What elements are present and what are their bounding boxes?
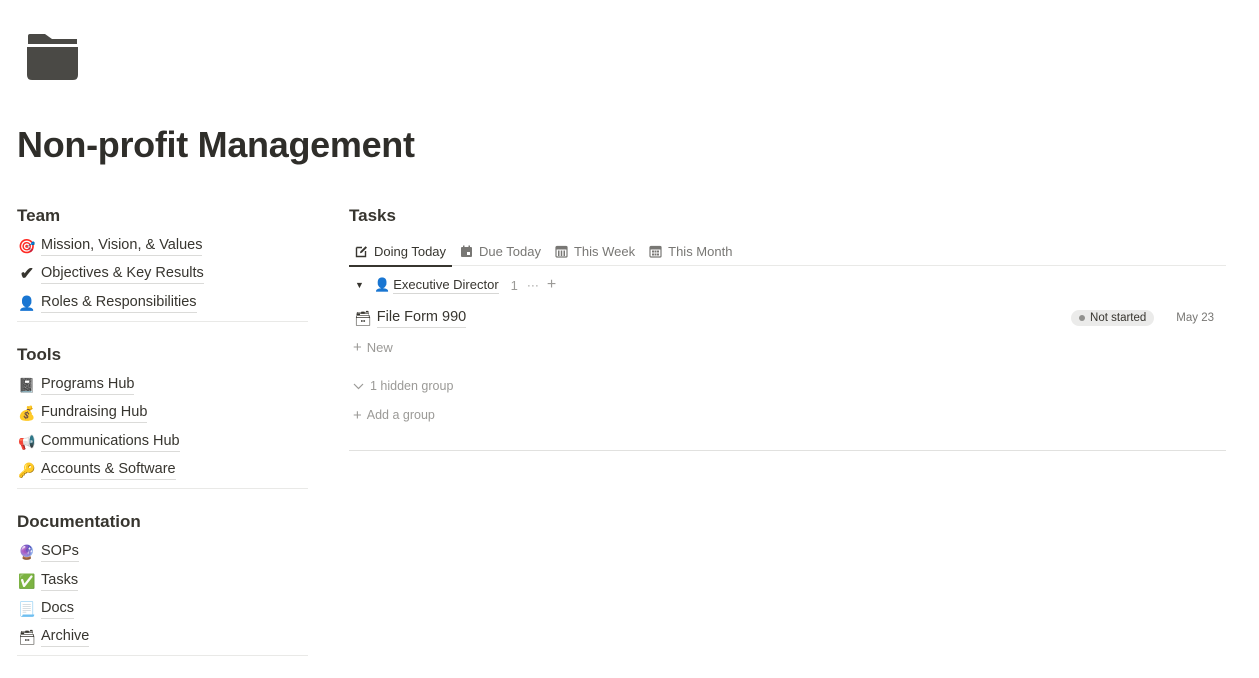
folder-icon[interactable] (26, 33, 79, 81)
link-docs[interactable]: 📃 Docs (17, 595, 308, 623)
task-row[interactable]: 🗃 File Form 990 Not started May 23 (349, 303, 1226, 333)
section-team: Team 🎯 Mission, Vision, & Values ✔ Objec… (17, 205, 308, 322)
add-group-button[interactable]: + Add a group (349, 403, 1226, 427)
tab-this-week[interactable]: This Week (549, 237, 641, 265)
person-icon: 👤 (18, 294, 36, 311)
key-icon: 🔑 (18, 461, 36, 478)
link-label[interactable]: Mission, Vision, & Values (41, 236, 203, 257)
tab-due-today[interactable]: Due Today (454, 237, 547, 265)
megaphone-icon: 📢 (18, 433, 36, 450)
link-fundraising-hub[interactable]: 💰 Fundraising Hub (17, 399, 308, 427)
calendar-week-icon (555, 245, 568, 258)
link-label[interactable]: Accounts & Software (41, 460, 176, 480)
link-objectives-key-results[interactable]: ✔ Objectives & Key Results (17, 260, 308, 288)
tab-this-month[interactable]: This Month (643, 237, 738, 265)
section-heading: Team (17, 206, 61, 225)
notebook-icon: 📓 (18, 377, 36, 394)
money-bag-icon: 💰 (18, 405, 36, 422)
link-roles-responsibilities[interactable]: 👤 Roles & Responsibilities (17, 289, 308, 317)
link-label[interactable]: Archive (41, 627, 90, 648)
tab-label: Due Today (479, 243, 541, 259)
hidden-groups-toggle[interactable]: 1 hidden group (349, 374, 1226, 398)
tab-doing-today[interactable]: Doing Today (349, 237, 453, 267)
divider (349, 450, 1226, 451)
link-sops[interactable]: 🔮 SOPs (17, 538, 308, 566)
view-tabs: Doing Today Due Today This Week This Mon… (349, 237, 1226, 267)
calendar-month-icon (649, 245, 662, 258)
checkmark-icon: ✔ (19, 264, 35, 284)
status-label: Not started (1090, 312, 1147, 324)
file-box-icon: 🗃 (18, 629, 36, 646)
page-icon: 📃 (18, 600, 36, 617)
plus-icon: + (353, 338, 362, 356)
group-header: ▼ 👤 Executive Director 1 ··· + (349, 270, 1226, 300)
link-mission-vision-values[interactable]: 🎯 Mission, Vision, & Values (17, 232, 308, 260)
section-documentation: Documentation 🔮 SOPs ✅ Tasks 📃 Docs 🗃 Ar… (17, 511, 308, 657)
check-box-icon: ✅ (18, 572, 36, 589)
divider (17, 320, 308, 322)
dart-target-icon: 🎯 (18, 238, 36, 255)
divider (17, 655, 308, 657)
link-label[interactable]: Fundraising Hub (41, 403, 148, 424)
link-label[interactable]: Docs (41, 599, 75, 619)
group-label[interactable]: Executive Director (393, 277, 499, 294)
chevron-down-icon (353, 379, 365, 393)
status-badge[interactable]: Not started (1071, 310, 1155, 326)
file-box-icon: 🗃 (354, 309, 372, 326)
link-label[interactable]: SOPs (41, 542, 79, 563)
divider (17, 488, 308, 490)
due-date[interactable]: May 23 (1176, 312, 1214, 324)
tab-label: This Week (573, 243, 636, 259)
collapse-toggle-icon[interactable]: ▼ (355, 280, 365, 290)
tab-label: This Month (668, 243, 733, 259)
tasks-database: Tasks Doing Today Due Today This Week Th… (349, 205, 1226, 451)
hidden-groups-label: 1 hidden group (370, 379, 454, 393)
status-dot-icon (1079, 315, 1086, 321)
navigation-column: Team 🎯 Mission, Vision, & Values ✔ Objec… (17, 205, 308, 678)
person-icon: 👤 (374, 277, 391, 292)
task-properties: Not started May 23 (1071, 310, 1226, 326)
link-programs-hub[interactable]: 📓 Programs Hub (17, 371, 308, 399)
new-task-button[interactable]: + New (349, 335, 1226, 359)
group-count: 1 (510, 277, 518, 293)
calendar-icon (460, 245, 473, 258)
add-group-label: Add a group (366, 408, 435, 422)
edit-icon (355, 245, 368, 258)
plus-icon: + (353, 406, 362, 424)
link-accounts-software[interactable]: 🔑 Accounts & Software (17, 456, 308, 484)
database-title[interactable]: Tasks (349, 205, 1226, 227)
tab-label: Doing Today (374, 243, 447, 259)
section-heading: Tools (17, 344, 62, 364)
link-label[interactable]: Programs Hub (41, 375, 135, 396)
page-title: Non-profit Management (17, 124, 415, 165)
link-label[interactable]: Objectives & Key Results (41, 264, 204, 285)
link-label[interactable]: Tasks (41, 571, 79, 591)
new-task-label: New (366, 339, 393, 355)
more-options-icon[interactable]: ··· (527, 278, 539, 292)
add-to-group-icon[interactable]: + (547, 276, 556, 294)
section-tools: Tools 📓 Programs Hub 💰 Fundraising Hub 📢… (17, 344, 308, 490)
link-communications-hub[interactable]: 📢 Communications Hub (17, 427, 308, 455)
link-tasks[interactable]: ✅ Tasks (17, 566, 308, 594)
section-heading: Documentation (17, 512, 141, 532)
link-label[interactable]: Roles & Responsibilities (41, 293, 197, 313)
task-name[interactable]: File Form 990 (376, 308, 467, 328)
crystal-ball-icon: 🔮 (18, 544, 36, 561)
link-archive[interactable]: 🗃 Archive (17, 623, 308, 651)
link-label[interactable]: Communications Hub (41, 432, 180, 452)
